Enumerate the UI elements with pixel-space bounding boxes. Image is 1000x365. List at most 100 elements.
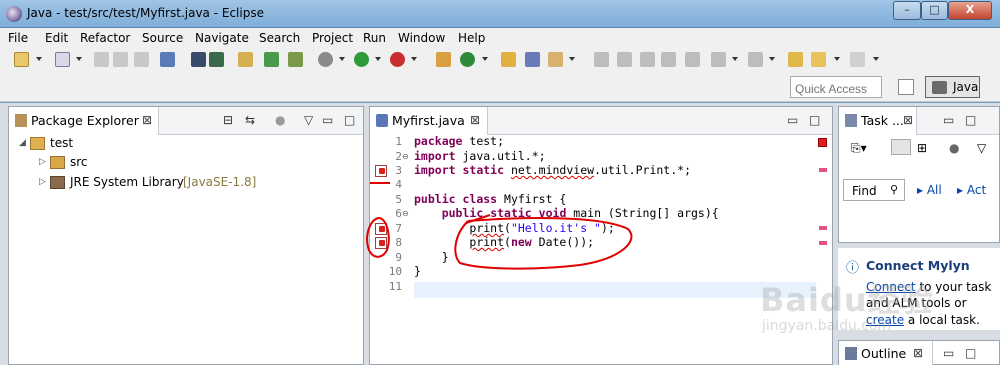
- run-external-dropdown-icon[interactable]: [411, 57, 417, 61]
- menu-search[interactable]: Search: [259, 31, 300, 45]
- run-dropdown-icon[interactable]: [375, 57, 381, 61]
- error-summary-icon[interactable]: [818, 138, 827, 147]
- next-annotation-icon[interactable]: [711, 52, 726, 67]
- new-class-icon[interactable]: [288, 52, 303, 67]
- new-window-dropdown-icon[interactable]: [76, 57, 82, 61]
- menu-navigate[interactable]: Navigate: [195, 31, 249, 45]
- menu-help[interactable]: Help: [458, 31, 485, 45]
- close-icon[interactable]: ⊠: [903, 113, 913, 127]
- tab-myfirst-java[interactable]: Myfirst.java ⊠: [370, 107, 488, 135]
- minimize-view-icon[interactable]: ▭: [943, 113, 954, 127]
- error-overview-marker[interactable]: [819, 168, 827, 172]
- new-icon[interactable]: [14, 52, 29, 67]
- error-overview-marker[interactable]: [819, 226, 827, 230]
- maximize-view-icon[interactable]: □: [965, 346, 976, 360]
- new-task-icon[interactable]: ⎘▾: [851, 141, 867, 156]
- view-menu-icon[interactable]: ▽: [977, 141, 986, 155]
- previous-annotation-dropdown-icon[interactable]: [769, 57, 775, 61]
- view-menu-icon[interactable]: ▽: [304, 113, 313, 127]
- annotation-dropdown-icon[interactable]: [569, 57, 575, 61]
- run-icon[interactable]: [354, 52, 369, 67]
- quick-access-input[interactable]: [790, 76, 882, 98]
- pen-icon[interactable]: [617, 52, 632, 67]
- tree-item-label: JRE System Library: [70, 175, 184, 189]
- code-line-1[interactable]: package test;: [414, 134, 504, 148]
- java-perspective-icon: [932, 81, 947, 94]
- maximize-view-icon[interactable]: □: [965, 113, 976, 127]
- menu-source[interactable]: Source: [142, 31, 183, 45]
- maximize-button[interactable]: □: [921, 1, 948, 20]
- tree-item-suffix: [JavaSE-1.8]: [183, 175, 257, 189]
- save-icon[interactable]: [94, 52, 109, 67]
- menu-run[interactable]: Run: [363, 31, 386, 45]
- activate-link[interactable]: ▸ Act: [957, 183, 986, 197]
- new-java-project-icon[interactable]: [264, 52, 279, 67]
- menu-refactor[interactable]: Refactor: [80, 31, 130, 45]
- error-overview-marker[interactable]: [819, 241, 827, 245]
- new-class-dropdown-icon[interactable]: [482, 57, 488, 61]
- close-icon[interactable]: ⊠: [142, 113, 152, 127]
- annotation-icon[interactable]: [548, 52, 563, 67]
- previous-annotation-icon[interactable]: [748, 52, 763, 67]
- debug-download-icon[interactable]: [191, 52, 206, 67]
- all-link[interactable]: ▸ All: [917, 183, 942, 197]
- open-perspective-icon[interactable]: [898, 79, 914, 95]
- close-button[interactable]: X: [948, 1, 992, 20]
- forward-dropdown-icon[interactable]: [873, 57, 879, 61]
- link-with-editor-icon[interactable]: ⇆: [245, 113, 255, 127]
- skip-breakpoints-icon[interactable]: [160, 52, 175, 67]
- menu-file[interactable]: File: [8, 31, 28, 45]
- tab-outline[interactable]: Outline ⊠: [839, 341, 933, 365]
- block-selection-icon[interactable]: [640, 52, 655, 67]
- search-tool-icon[interactable]: [525, 52, 540, 67]
- run-external-icon[interactable]: [390, 52, 405, 67]
- tab-package-explorer[interactable]: Package Explorer ⊠: [9, 107, 159, 135]
- minimize-view-icon[interactable]: ▭: [322, 113, 333, 127]
- package-explorer-icon: [15, 114, 27, 127]
- tab-task-list[interactable]: Task ... ⊠: [839, 107, 917, 135]
- forward-icon[interactable]: [850, 52, 865, 67]
- back-dropdown-icon[interactable]: [834, 57, 840, 61]
- menu-window[interactable]: Window: [398, 31, 445, 45]
- maximize-view-icon[interactable]: □: [344, 113, 355, 127]
- menu-edit[interactable]: Edit: [45, 31, 68, 45]
- focus-icon[interactable]: ●: [949, 141, 959, 155]
- tab-package-explorer-label: Package Explorer: [31, 113, 139, 128]
- scheduled-icon[interactable]: ⊞: [917, 141, 927, 155]
- open-folder-icon[interactable]: [501, 52, 516, 67]
- close-icon[interactable]: ⊠: [913, 346, 923, 360]
- task-list-view: Task ... ⊠ ▭ □ ⎘▾ ⊞ ● ▽ Find ⚲ ▸ All ▸ A…: [838, 106, 1000, 243]
- close-icon[interactable]: ⊠: [470, 113, 480, 127]
- save-all-icon[interactable]: [113, 52, 128, 67]
- print-icon[interactable]: [134, 52, 149, 67]
- collapse-all-icon[interactable]: ⊟: [223, 113, 233, 127]
- debug-icon[interactable]: [318, 52, 333, 67]
- toggle-mark-icon[interactable]: [594, 52, 609, 67]
- paragraph-icon[interactable]: [685, 52, 700, 67]
- minimize-view-icon[interactable]: ▭: [787, 113, 798, 127]
- server-icon[interactable]: [209, 52, 224, 67]
- menu-project[interactable]: Project: [312, 31, 353, 45]
- maximize-view-icon[interactable]: □: [809, 113, 820, 127]
- focus-icon[interactable]: ●: [275, 113, 285, 127]
- new-class-wizard-icon[interactable]: [460, 52, 475, 67]
- new-dropdown-icon[interactable]: [36, 57, 42, 61]
- minimize-button[interactable]: –: [893, 1, 921, 20]
- fold-icon[interactable]: ⊖: [402, 152, 409, 161]
- package-explorer-view: Package Explorer ⊠ ⊟ ⇆ ● ▽ ▭ □ ◢ test ▷ …: [8, 106, 364, 365]
- back-icon[interactable]: [811, 52, 826, 67]
- new-window-icon[interactable]: [55, 52, 70, 67]
- menu-bar: File Edit Refactor Source Navigate Searc…: [0, 28, 1000, 48]
- last-edit-icon[interactable]: [788, 52, 803, 67]
- code-line-2[interactable]: import java.util.*;: [414, 149, 546, 163]
- debug-dropdown-icon[interactable]: [339, 57, 345, 61]
- java-perspective-button[interactable]: Java: [925, 76, 980, 98]
- show-whitespace-icon[interactable]: [661, 52, 676, 67]
- minimize-view-icon[interactable]: ▭: [943, 346, 954, 360]
- task-find-field[interactable]: Find ⚲: [843, 179, 905, 201]
- open-type-icon[interactable]: [238, 52, 253, 67]
- categorized-icon[interactable]: [891, 139, 911, 155]
- next-annotation-dropdown-icon[interactable]: [732, 57, 738, 61]
- window-title: Java - test/src/test/Myfirst.java - Ecli…: [27, 6, 264, 20]
- new-package-icon[interactable]: [436, 52, 451, 67]
